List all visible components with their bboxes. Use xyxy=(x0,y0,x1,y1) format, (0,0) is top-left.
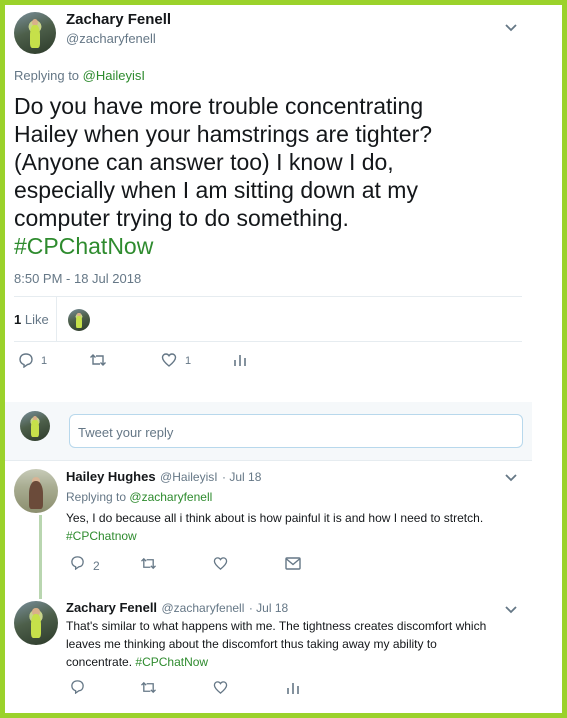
replying-prefix: Replying to xyxy=(66,490,127,504)
heart-icon[interactable] xyxy=(161,352,177,368)
analytics-icon[interactable] xyxy=(286,680,300,696)
replying-to: Replying to @zacharyfenell xyxy=(66,490,212,504)
chevron-down-icon[interactable] xyxy=(504,605,518,615)
tweet-line: computer trying to do something. xyxy=(14,205,349,231)
reply-count: 1 xyxy=(41,355,48,367)
retweet-icon[interactable] xyxy=(140,680,157,695)
likes-label: Like xyxy=(24,312,49,327)
liker-avatar[interactable] xyxy=(68,309,90,331)
tweet-line: Hailey when your hamstrings are tighter? xyxy=(14,121,433,147)
retweet-icon[interactable] xyxy=(140,556,157,571)
reply-header: Zachary Fenell @zacharyfenell · Jul 18 xyxy=(66,599,288,617)
avatar[interactable] xyxy=(14,601,58,645)
author-name[interactable]: Zachary Fenell xyxy=(66,600,157,615)
heart-icon[interactable] xyxy=(213,556,228,571)
replying-to-link[interactable]: @HaileyisI xyxy=(83,68,145,83)
reply-text-end: concentrate. xyxy=(66,655,133,669)
composer-avatar xyxy=(20,411,50,441)
reply-input[interactable]: Tweet your reply xyxy=(69,414,523,448)
reply-text: Yes, I do because all i think about is h… xyxy=(66,509,526,545)
reply-icon[interactable] xyxy=(18,352,34,368)
author-name[interactable]: Hailey Hughes xyxy=(66,469,156,484)
tweet-line: especially when I am sitting down at my xyxy=(14,177,418,203)
reply-count: 2 xyxy=(93,559,100,573)
reply-text: That's similar to what happens with me. … xyxy=(66,617,526,671)
reply-icon[interactable] xyxy=(70,555,85,570)
reply-text-line: Yes, I do because all i think about is h… xyxy=(66,511,484,525)
replying-to-link[interactable]: @zacharyfenell xyxy=(129,490,212,504)
author-handle[interactable]: @zacharyfenell xyxy=(66,31,156,46)
hashtag-link[interactable]: #CPChatnow xyxy=(66,527,526,545)
tweet-line: (Anyone can answer too) I know I do, xyxy=(14,149,394,175)
divider xyxy=(14,296,522,297)
reply-text-line: concentrate. #CPChatNow xyxy=(66,653,526,671)
reply-date[interactable]: · Jul 18 xyxy=(222,470,261,484)
divider xyxy=(14,341,522,342)
analytics-icon[interactable] xyxy=(233,352,247,368)
author-name[interactable]: Zachary Fenell xyxy=(66,11,171,28)
reply-icon[interactable] xyxy=(70,679,85,694)
likes-summary[interactable]: 1 Like xyxy=(14,312,49,327)
likes-divider xyxy=(56,297,57,341)
hashtag-link[interactable]: #CPChatNow xyxy=(135,655,208,669)
avatar[interactable] xyxy=(14,469,58,513)
screenshot-frame: Zachary Fenell @zacharyfenell Replying t… xyxy=(0,0,567,718)
timestamp[interactable]: 8:50 PM - 18 Jul 2018 xyxy=(14,271,141,286)
heart-icon[interactable] xyxy=(213,680,228,695)
replying-to: Replying to @HaileyisI xyxy=(14,68,145,83)
author-handle[interactable]: @zacharyfenell xyxy=(162,601,245,615)
author-handle[interactable]: @HaileyisI xyxy=(160,470,218,484)
reply-text-line: That's similar to what happens with me. … xyxy=(66,619,487,633)
divider xyxy=(5,460,532,461)
reply-text-line: leaves me thinking about the discomfort … xyxy=(66,637,437,651)
chevron-down-icon[interactable] xyxy=(504,23,518,33)
like-count: 1 xyxy=(185,355,192,367)
tweet-line: Do you have more trouble concentrating xyxy=(14,93,424,119)
hashtag-link[interactable]: #CPChatNow xyxy=(14,232,534,260)
thread-connector xyxy=(39,515,42,599)
mail-icon[interactable] xyxy=(285,557,301,570)
reply-header: Hailey Hughes @HaileyisI · Jul 18 xyxy=(66,468,261,486)
retweet-icon[interactable] xyxy=(89,352,107,368)
avatar[interactable] xyxy=(14,12,56,54)
tweet-body: Do you have more trouble concentrating H… xyxy=(14,92,534,260)
chevron-down-icon[interactable] xyxy=(504,473,518,483)
replying-prefix: Replying to xyxy=(14,68,80,83)
reply-date[interactable]: · Jul 18 xyxy=(249,601,288,615)
likes-count: 1 xyxy=(14,312,22,327)
